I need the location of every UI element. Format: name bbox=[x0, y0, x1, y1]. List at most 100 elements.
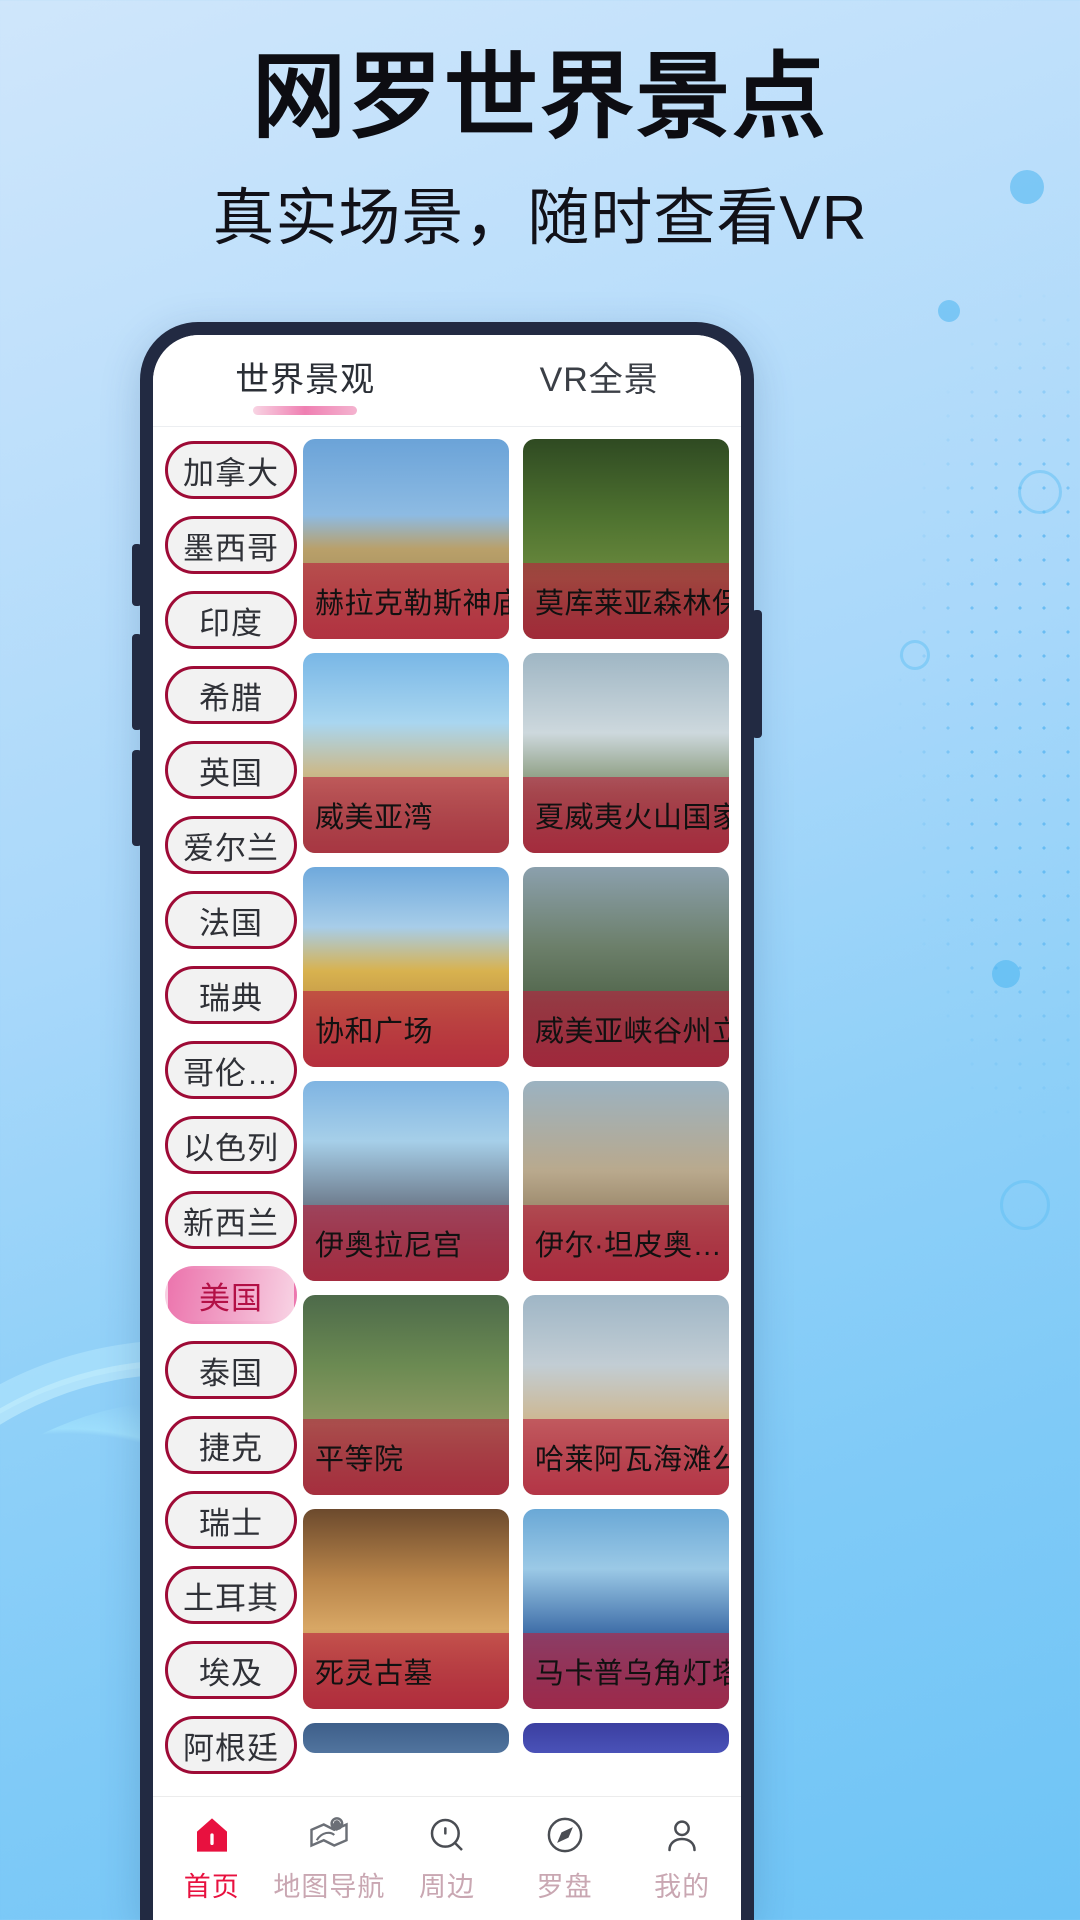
chip-label: 以色列 bbox=[183, 1130, 279, 1166]
compass-icon bbox=[543, 1813, 587, 1857]
country-chip-switzerland[interactable]: 瑞士 bbox=[165, 1491, 297, 1549]
tab-vr-panorama[interactable]: VR全景 bbox=[530, 352, 669, 409]
chip-label: 捷克 bbox=[199, 1430, 263, 1466]
tab-bar: 世界景观 VR全景 bbox=[153, 335, 741, 427]
country-chip-israel[interactable]: 以色列 bbox=[165, 1116, 297, 1174]
tab-world-scenery[interactable]: 世界景观 bbox=[225, 352, 385, 409]
country-chip-uk[interactable]: 英国 bbox=[165, 741, 297, 799]
halftone-dot-pattern bbox=[840, 140, 1080, 1290]
attraction-caption: 威美亚湾 bbox=[303, 777, 509, 853]
chip-label: 法国 bbox=[199, 905, 263, 941]
country-filter-rail[interactable]: 加拿大 墨西哥 印度 希腊 英国 爱尔兰 法国 瑞典 哥伦… 以色列 新西兰 美… bbox=[153, 427, 297, 1796]
phone-button-volume-down bbox=[132, 750, 142, 846]
tab-label: 世界景观 bbox=[235, 361, 376, 399]
chip-label: 埃及 bbox=[199, 1655, 263, 1691]
country-chip-france[interactable]: 法国 bbox=[165, 891, 297, 949]
attraction-caption: 威美亚峡谷州立 bbox=[523, 991, 729, 1067]
phone-mockup: 世界景观 VR全景 加拿大 墨西哥 印度 希腊 英国 爱尔兰 法国 瑞典 哥伦…… bbox=[132, 322, 762, 1920]
main-content: 加拿大 墨西哥 印度 希腊 英国 爱尔兰 法国 瑞典 哥伦… 以色列 新西兰 美… bbox=[153, 427, 741, 1796]
country-chip-sweden[interactable]: 瑞典 bbox=[165, 966, 297, 1024]
chip-label: 泰国 bbox=[199, 1355, 263, 1391]
nav-label: 周边 bbox=[418, 1872, 475, 1902]
decor-ring-2 bbox=[900, 640, 930, 670]
attraction-card-partial[interactable] bbox=[523, 1723, 729, 1753]
attraction-caption: 平等院 bbox=[303, 1419, 509, 1495]
nav-item-map-navigation[interactable]: 地图导航 bbox=[271, 1813, 389, 1904]
decor-circle-2 bbox=[938, 300, 960, 322]
nav-label: 首页 bbox=[183, 1872, 240, 1902]
attraction-caption: 死灵古墓 bbox=[303, 1633, 509, 1709]
chip-label: 瑞士 bbox=[199, 1505, 263, 1541]
country-chip-turkey[interactable]: 土耳其 bbox=[165, 1566, 297, 1624]
attraction-card[interactable]: 死灵古墓 bbox=[303, 1509, 509, 1709]
country-chip-greece[interactable]: 希腊 bbox=[165, 666, 297, 724]
attraction-card[interactable]: 莫库莱亚森林保… bbox=[523, 439, 729, 639]
attraction-caption: 马卡普乌角灯塔 bbox=[523, 1633, 729, 1709]
nearby-search-icon bbox=[425, 1813, 469, 1857]
decor-ring-3 bbox=[1000, 1180, 1050, 1230]
attraction-caption: 夏威夷火山国家 bbox=[523, 777, 729, 853]
chip-label: 希腊 bbox=[199, 680, 263, 716]
phone-screen: 世界景观 VR全景 加拿大 墨西哥 印度 希腊 英国 爱尔兰 法国 瑞典 哥伦…… bbox=[153, 335, 741, 1920]
attraction-card[interactable]: 马卡普乌角灯塔 bbox=[523, 1509, 729, 1709]
attraction-caption: 协和广场 bbox=[303, 991, 509, 1067]
phone-button-volume-up bbox=[132, 634, 142, 730]
attraction-caption: 伊尔·坦皮奥… bbox=[523, 1205, 729, 1281]
attraction-caption: 赫拉克勒斯神庙 bbox=[303, 563, 509, 639]
country-chip-czech[interactable]: 捷克 bbox=[165, 1416, 297, 1474]
country-chip-india[interactable]: 印度 bbox=[165, 591, 297, 649]
chip-label: 哥伦… bbox=[183, 1055, 279, 1091]
promo-subtitle: 真实场景，随时查看VR bbox=[212, 184, 868, 253]
chip-label: 阿根廷 bbox=[183, 1730, 279, 1766]
attraction-card[interactable]: 夏威夷火山国家 bbox=[523, 653, 729, 853]
decor-ring-1 bbox=[1018, 470, 1062, 514]
profile-icon bbox=[660, 1813, 704, 1857]
nav-item-profile[interactable]: 我的 bbox=[623, 1813, 741, 1904]
attraction-photo bbox=[523, 1723, 729, 1753]
home-icon bbox=[190, 1813, 234, 1857]
country-chip-egypt[interactable]: 埃及 bbox=[165, 1641, 297, 1699]
country-chip-canada[interactable]: 加拿大 bbox=[165, 441, 297, 499]
attraction-caption: 莫库莱亚森林保… bbox=[523, 563, 729, 639]
chip-label: 瑞典 bbox=[199, 980, 263, 1016]
map-navigation-icon bbox=[307, 1813, 351, 1857]
phone-button-mute bbox=[132, 544, 142, 606]
attraction-card[interactable]: 伊尔·坦皮奥… bbox=[523, 1081, 729, 1281]
chip-label: 爱尔兰 bbox=[183, 830, 279, 866]
country-chip-argentina[interactable]: 阿根廷 bbox=[165, 1716, 297, 1774]
country-chip-colombia[interactable]: 哥伦… bbox=[165, 1041, 297, 1099]
country-chip-mexico[interactable]: 墨西哥 bbox=[165, 516, 297, 574]
attraction-card[interactable]: 协和广场 bbox=[303, 867, 509, 1067]
attraction-card-partial[interactable] bbox=[303, 1723, 509, 1753]
attraction-card[interactable]: 伊奥拉尼宫 bbox=[303, 1081, 509, 1281]
bottom-navigation-bar: 首页 地图导航 周边 罗盘 我的 bbox=[153, 1796, 741, 1920]
country-chip-ireland[interactable]: 爱尔兰 bbox=[165, 816, 297, 874]
phone-button-power bbox=[752, 610, 762, 738]
nav-item-compass[interactable]: 罗盘 bbox=[506, 1813, 624, 1904]
chip-label: 加拿大 bbox=[183, 455, 279, 491]
nav-item-home[interactable]: 首页 bbox=[153, 1813, 271, 1904]
nav-label: 罗盘 bbox=[536, 1872, 593, 1902]
nav-item-nearby[interactable]: 周边 bbox=[388, 1813, 506, 1904]
promo-title: 网罗世界景点 bbox=[251, 44, 828, 149]
attraction-photo bbox=[303, 1723, 509, 1753]
chip-label: 新西兰 bbox=[183, 1205, 279, 1241]
country-chip-thailand[interactable]: 泰国 bbox=[165, 1341, 297, 1399]
attraction-card[interactable]: 哈莱阿瓦海滩公园 bbox=[523, 1295, 729, 1495]
chip-label: 英国 bbox=[199, 755, 263, 791]
chip-label: 墨西哥 bbox=[183, 530, 279, 566]
chip-label: 美国 bbox=[199, 1280, 263, 1316]
attraction-card[interactable]: 威美亚峡谷州立 bbox=[523, 867, 729, 1067]
attraction-card[interactable]: 平等院 bbox=[303, 1295, 509, 1495]
nav-label: 我的 bbox=[654, 1872, 711, 1902]
attraction-card[interactable]: 威美亚湾 bbox=[303, 653, 509, 853]
chip-label: 印度 bbox=[199, 605, 263, 641]
country-chip-usa[interactable]: 美国 bbox=[165, 1266, 297, 1324]
attraction-caption: 哈莱阿瓦海滩公园 bbox=[523, 1419, 729, 1495]
attraction-grid: 赫拉克勒斯神庙 莫库莱亚森林保… 威美亚湾 夏威夷火山国家 协和广场 bbox=[297, 427, 741, 1796]
country-chip-new-zealand[interactable]: 新西兰 bbox=[165, 1191, 297, 1249]
attraction-caption: 伊奥拉尼宫 bbox=[303, 1205, 509, 1281]
tab-label: VR全景 bbox=[539, 361, 659, 399]
attraction-card[interactable]: 赫拉克勒斯神庙 bbox=[303, 439, 509, 639]
nav-label: 地图导航 bbox=[273, 1872, 386, 1902]
